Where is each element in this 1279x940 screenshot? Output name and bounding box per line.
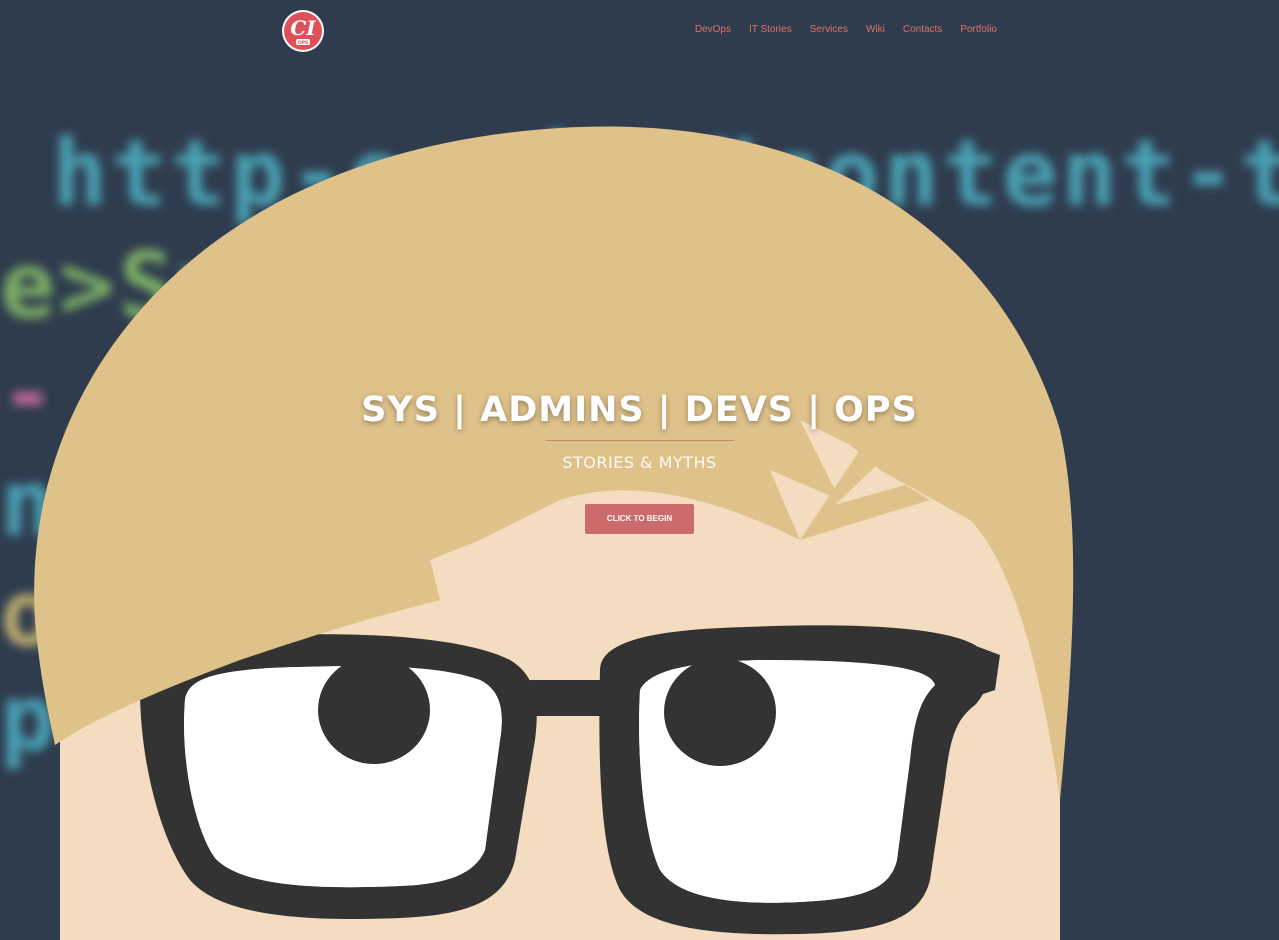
logo-subtext: OPS bbox=[298, 40, 308, 46]
nav-item-devops[interactable]: DevOps bbox=[695, 24, 731, 35]
logo-text: CI bbox=[290, 16, 316, 40]
nav-item-wiki[interactable]: Wiki bbox=[866, 24, 885, 35]
hero-title: SYS | ADMINS | DEVS | OPS bbox=[361, 390, 918, 430]
click-to-begin-button[interactable]: CLICK TO BEGIN bbox=[585, 504, 694, 534]
hero-divider bbox=[545, 440, 734, 441]
nav-item-it-stories[interactable]: IT Stories bbox=[749, 24, 792, 35]
site-logo[interactable]: CI OPS bbox=[281, 9, 325, 53]
top-navbar: CI OPS DevOps IT Stories Services Wiki C… bbox=[0, 0, 1279, 64]
nav-item-services[interactable]: Services bbox=[810, 24, 848, 35]
right-pupil bbox=[664, 658, 776, 766]
nav-item-portfolio[interactable]: Portfolio bbox=[960, 24, 997, 35]
hero-section: SYS | ADMINS | DEVS | OPS STORIES & MYTH… bbox=[0, 390, 1279, 534]
left-pupil bbox=[318, 656, 430, 764]
page: http-equiv="content-typ e>Sy </title - A… bbox=[0, 0, 1279, 940]
hero-subtitle: STORIES & MYTHS bbox=[562, 453, 717, 472]
nav-item-contacts[interactable]: Contacts bbox=[903, 24, 942, 35]
main-nav: DevOps IT Stories Services Wiki Contacts… bbox=[695, 24, 997, 35]
